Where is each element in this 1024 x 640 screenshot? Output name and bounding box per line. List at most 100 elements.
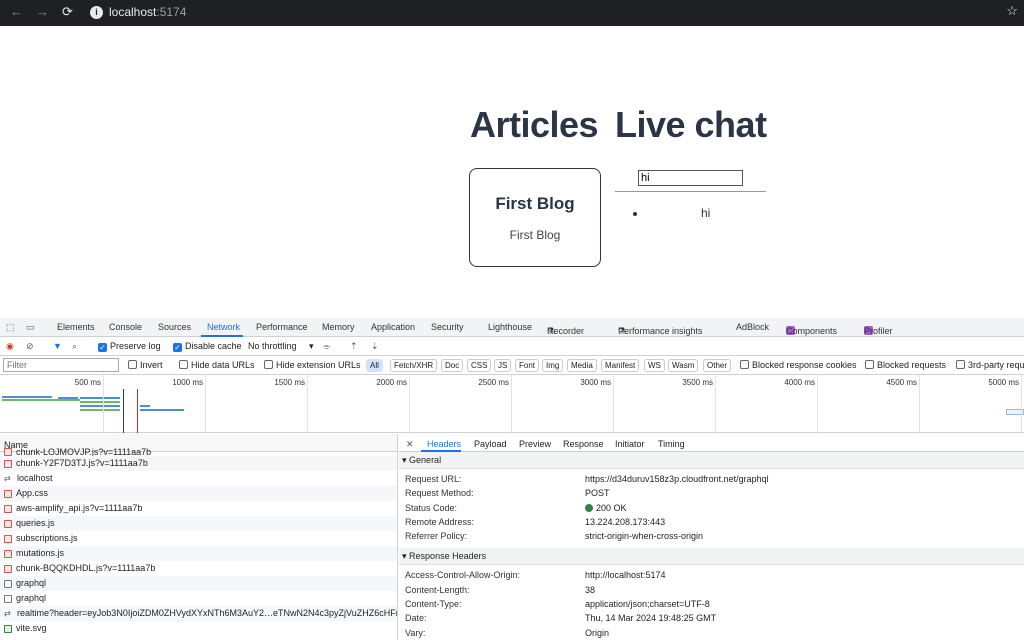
request-row[interactable]: App.css: [0, 486, 397, 501]
tab-response[interactable]: Response: [563, 439, 604, 449]
forward-icon[interactable]: →: [36, 4, 49, 19]
request-row[interactable]: queries.js: [0, 516, 397, 531]
tab-elements[interactable]: Elements: [57, 322, 95, 332]
request-row[interactable]: graphql: [0, 576, 397, 591]
type-filter-doc[interactable]: Doc: [441, 359, 464, 372]
request-row[interactable]: vite.svg: [0, 621, 397, 636]
request-row[interactable]: chunk-Y2F7D3TJ.js?v=1111aa7b: [0, 456, 397, 471]
document-icon: [4, 579, 12, 588]
tab-sources[interactable]: Sources: [158, 322, 191, 332]
tab-payload[interactable]: Payload: [474, 439, 507, 449]
import-har-icon[interactable]: ⇡: [350, 341, 358, 352]
address-bar[interactable]: i localhost:5174: [90, 3, 186, 21]
preserve-log-checkbox[interactable]: ✓ Preserve log: [98, 341, 161, 352]
blog-card[interactable]: First Blog First Blog: [469, 168, 601, 267]
header-name: Request Method:: [405, 488, 474, 499]
header-value: 13.224.208.173:443: [585, 516, 666, 527]
type-filter-ws[interactable]: WS: [644, 359, 665, 372]
reload-icon[interactable]: ⟳: [62, 4, 73, 20]
checkbox-icon: [179, 360, 188, 369]
type-filter-fetch-xhr[interactable]: Fetch/XHR: [390, 359, 438, 372]
close-icon[interactable]: ✕: [406, 439, 414, 450]
request-name: mutations.js: [16, 548, 65, 558]
export-har-icon[interactable]: ⇣: [371, 341, 379, 352]
request-name: graphql: [16, 593, 47, 603]
type-filter-js[interactable]: JS: [494, 359, 512, 372]
chevron-down-icon: ▾: [309, 341, 314, 351]
script-icon: [4, 448, 12, 456]
site-info-icon[interactable]: i: [90, 5, 103, 19]
tab-memory[interactable]: Memory: [322, 322, 355, 332]
tab-preview[interactable]: Preview: [519, 439, 551, 449]
type-filter-other[interactable]: Other: [703, 359, 732, 372]
filter-input[interactable]: [3, 358, 119, 372]
checkbox-icon: [865, 360, 874, 369]
blocked-requests-checkbox[interactable]: Blocked requests: [865, 360, 946, 370]
timeline-gridline: [205, 375, 206, 433]
request-row[interactable]: ⇄ localhost: [0, 471, 397, 486]
record-icon[interactable]: ◉: [6, 341, 14, 352]
page-viewport: Articles Live chat First Blog First Blog…: [0, 26, 1024, 318]
tab-headers[interactable]: Headers: [427, 439, 461, 449]
invert-checkbox[interactable]: Invert: [128, 360, 163, 370]
third-party-checkbox[interactable]: 3rd-party requ: [956, 360, 1024, 370]
blog-card-title: First Blog: [495, 194, 575, 213]
type-filter-manifest[interactable]: Manifest: [601, 359, 640, 372]
response-headers-section-header[interactable]: ▾ Response Headers: [399, 548, 1024, 566]
tab-application[interactable]: Application: [371, 322, 415, 332]
url-host: localhost: [109, 5, 157, 19]
header-name: Vary:: [405, 627, 426, 638]
blocked-cookies-checkbox[interactable]: Blocked response cookies: [740, 360, 857, 370]
header-value: 200 OK: [585, 501, 627, 515]
tab-timing[interactable]: Timing: [658, 439, 685, 449]
timeline-tick-label: 4500 ms: [886, 378, 917, 387]
disable-cache-checkbox[interactable]: ✓ Disable cache: [173, 341, 242, 352]
type-filter-all[interactable]: All: [366, 359, 383, 372]
inspect-element-icon[interactable]: ⬚: [6, 322, 15, 333]
bookmark-star-icon[interactable]: ☆: [1006, 3, 1018, 19]
tab-network[interactable]: Network: [207, 322, 240, 332]
request-row[interactable]: aws-amplify_api.js?v=1111aa7b: [0, 501, 397, 516]
type-filter-css[interactable]: CSS: [467, 359, 492, 372]
script-icon: [4, 519, 12, 528]
type-filter-font[interactable]: Font: [515, 359, 540, 372]
filter-icon[interactable]: ▼: [53, 341, 62, 351]
request-name: aws-amplify_api.js?v=1111aa7b: [16, 503, 143, 513]
back-icon[interactable]: ←: [10, 4, 23, 19]
request-name: queries.js: [16, 518, 55, 528]
hide-extension-urls-checkbox[interactable]: Hide extension URLs: [264, 360, 361, 370]
request-row[interactable]: graphql: [0, 591, 397, 606]
request-name: chunk-LOJMOVJP.js?v=1111aa7b: [16, 448, 152, 456]
tab-initiator[interactable]: Initiator: [615, 439, 645, 449]
disable-cache-label: Disable cache: [185, 341, 242, 351]
type-filter-wasm[interactable]: Wasm: [668, 359, 699, 372]
blog-card-body: First Blog: [509, 228, 561, 242]
script-icon: [4, 504, 12, 513]
tab-console[interactable]: Console: [109, 322, 142, 332]
type-filter-media[interactable]: Media: [567, 359, 597, 372]
network-overview-timeline[interactable]: 500 ms 1000 ms 1500 ms 2000 ms 2500 ms 3000 m…: [0, 375, 1024, 433]
header-row: Access-Control-Allow-Origin: http://local…: [399, 568, 1024, 582]
request-row[interactable]: mutations.js: [0, 546, 397, 561]
device-toolbar-icon[interactable]: ▭: [26, 322, 35, 333]
type-filter-img[interactable]: Img: [542, 359, 564, 372]
tab-security[interactable]: Security: [431, 322, 464, 332]
request-row[interactable]: chunk-BQQKDHDL.js?v=1111aa7b: [0, 561, 397, 576]
general-section-header[interactable]: ▾ General: [399, 452, 1024, 469]
tab-performance[interactable]: Performance: [256, 322, 308, 332]
request-row[interactable]: subscriptions.js: [0, 531, 397, 546]
request-row[interactable]: ⇄ realtime?header=eyJob3N0IjoiZDM0ZHVydXY…: [0, 606, 397, 621]
request-name: realtime?header=eyJob3N0IjoiZDM0ZHVydXYx…: [17, 608, 397, 618]
search-icon[interactable]: ⌕: [72, 341, 77, 352]
hide-data-urls-checkbox[interactable]: Hide data URLs: [179, 360, 255, 370]
throttling-select[interactable]: No throttling ▾: [248, 341, 314, 352]
tab-lighthouse[interactable]: Lighthouse: [488, 322, 532, 332]
load-event-marker: [137, 389, 138, 433]
waterfall-bar: [80, 405, 120, 407]
tab-adblock[interactable]: AdBlock: [736, 322, 769, 332]
timeline-tick-label: 1000 ms: [172, 378, 203, 387]
clear-icon[interactable]: ⊘: [26, 341, 34, 352]
network-conditions-icon[interactable]: ⌯: [323, 341, 330, 352]
request-row[interactable]: chunk-LOJMOVJP.js?v=1111aa7b: [0, 448, 397, 456]
chat-input[interactable]: [638, 170, 743, 186]
